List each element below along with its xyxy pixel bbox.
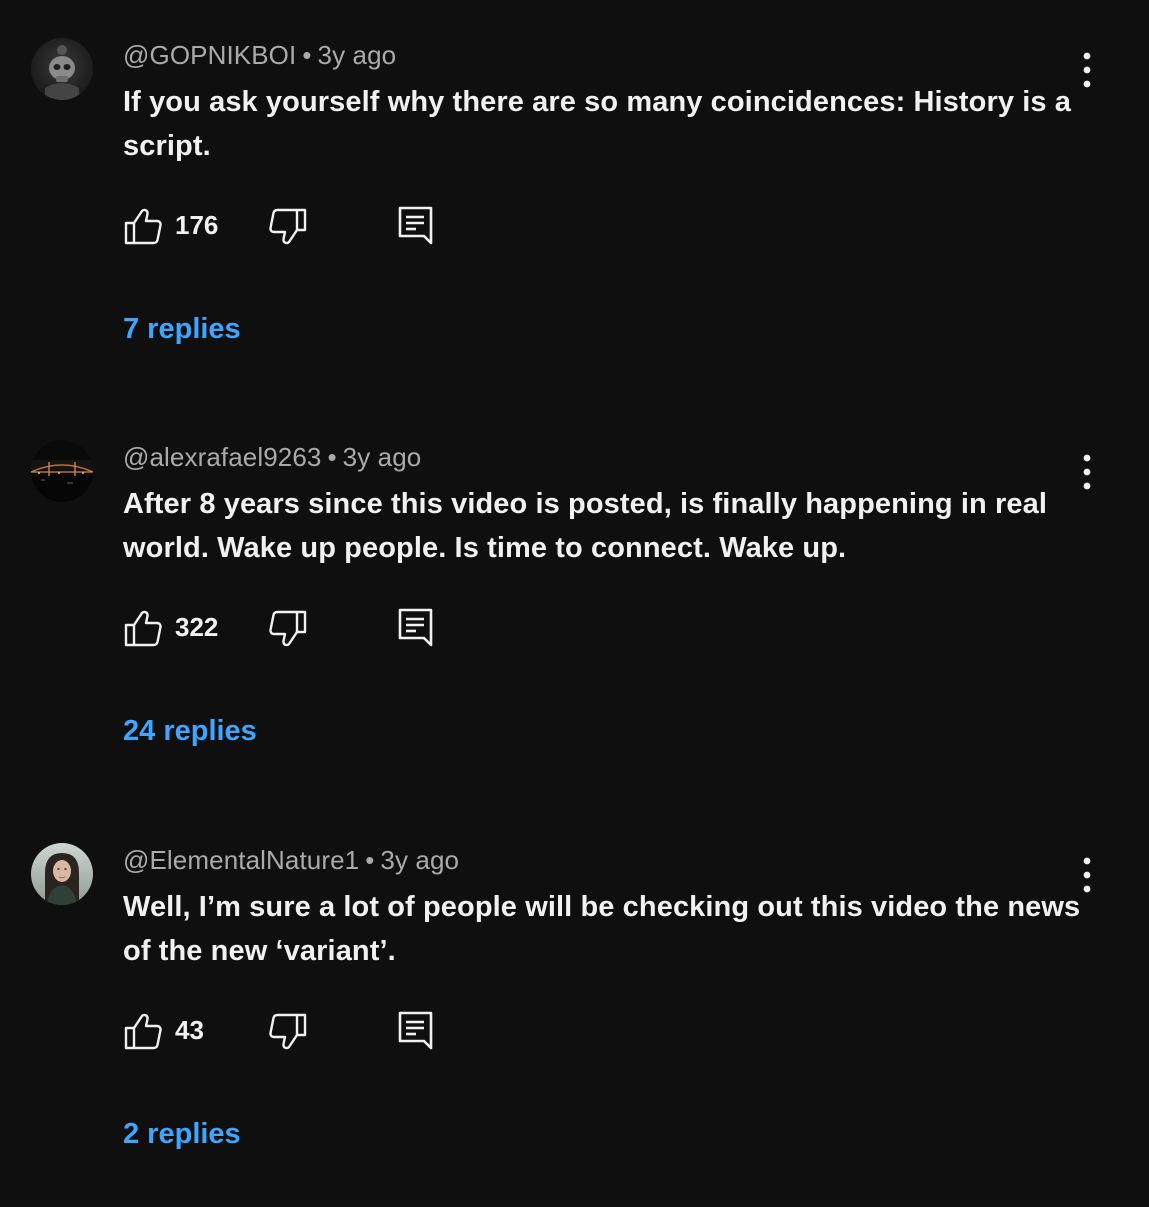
thumbs-up-icon [124, 208, 162, 245]
thumbs-down-icon [269, 208, 307, 245]
comment-thread: @GOPNIKBOI • 3y ago If you ask yourself wh… [0, 0, 1149, 402]
comment-author[interactable]: @GOPNIKBOI [123, 40, 296, 70]
comments-list: @GOPNIKBOI • 3y ago If you ask yourself wh… [0, 0, 1149, 1200]
comment-author[interactable]: @alexrafael9263 [123, 442, 321, 472]
comment-meta: @ElementalNature1 • 3y ago [123, 845, 459, 876]
comment-meta: @alexrafael9263 • 3y ago [123, 442, 421, 473]
comment-meta: @GOPNIKBOI • 3y ago [123, 40, 396, 71]
night-bridge-avatar-icon [31, 440, 93, 502]
skull-avatar-icon [31, 38, 93, 100]
view-replies-link[interactable]: 24 replies [123, 715, 257, 748]
reply-button[interactable] [397, 1010, 435, 1052]
like-count: 322 [175, 612, 219, 642]
comment-text: After 8 years since this video is posted… [123, 488, 1047, 564]
comment-text: If you ask yourself why there are so man… [123, 86, 1072, 162]
more-vertical-icon [1083, 52, 1091, 88]
like-count: 43 [175, 1015, 204, 1045]
meta-separator: • [302, 40, 312, 70]
more-vertical-icon [1083, 857, 1091, 893]
comment-time: 3y ago [342, 442, 422, 472]
like-button[interactable] [123, 1011, 163, 1051]
comment-text: Well, I’m sure a lot of people will be c… [123, 891, 1081, 967]
more-options-button[interactable] [1067, 853, 1107, 897]
avatar[interactable] [31, 843, 93, 905]
view-replies-link[interactable]: 7 replies [123, 313, 241, 346]
dislike-button[interactable] [268, 608, 308, 648]
avatar[interactable] [31, 38, 93, 100]
view-replies-link[interactable]: 2 replies [123, 1118, 241, 1151]
reply-button[interactable] [397, 205, 435, 247]
more-options-button[interactable] [1067, 48, 1107, 92]
reply-comment-icon [398, 1011, 433, 1050]
avatar[interactable] [31, 440, 93, 502]
more-vertical-icon [1083, 454, 1091, 490]
meta-separator: • [365, 845, 375, 875]
comment-time: 3y ago [380, 845, 460, 875]
like-button[interactable] [123, 206, 163, 246]
reply-button[interactable] [397, 607, 435, 649]
reply-comment-icon [398, 608, 433, 647]
comment-thread: @ElementalNature1 • 3y ago Well, I’m sure … [0, 805, 1149, 1207]
meta-separator: • [327, 442, 337, 472]
more-options-button[interactable] [1067, 450, 1107, 494]
thumbs-down-icon [269, 610, 307, 647]
reply-comment-icon [398, 206, 433, 245]
like-count: 176 [175, 210, 219, 240]
woman-portrait-avatar-icon [31, 843, 93, 905]
thumbs-up-icon [124, 610, 162, 647]
thumbs-up-icon [124, 1013, 162, 1050]
like-button[interactable] [123, 608, 163, 648]
thumbs-down-icon [269, 1013, 307, 1050]
dislike-button[interactable] [268, 206, 308, 246]
comment-time: 3y ago [317, 40, 397, 70]
comment-thread: @alexrafael9263 • 3y ago After 8 years sin… [0, 402, 1149, 804]
comment-author[interactable]: @ElementalNature1 [123, 845, 359, 875]
dislike-button[interactable] [268, 1011, 308, 1051]
